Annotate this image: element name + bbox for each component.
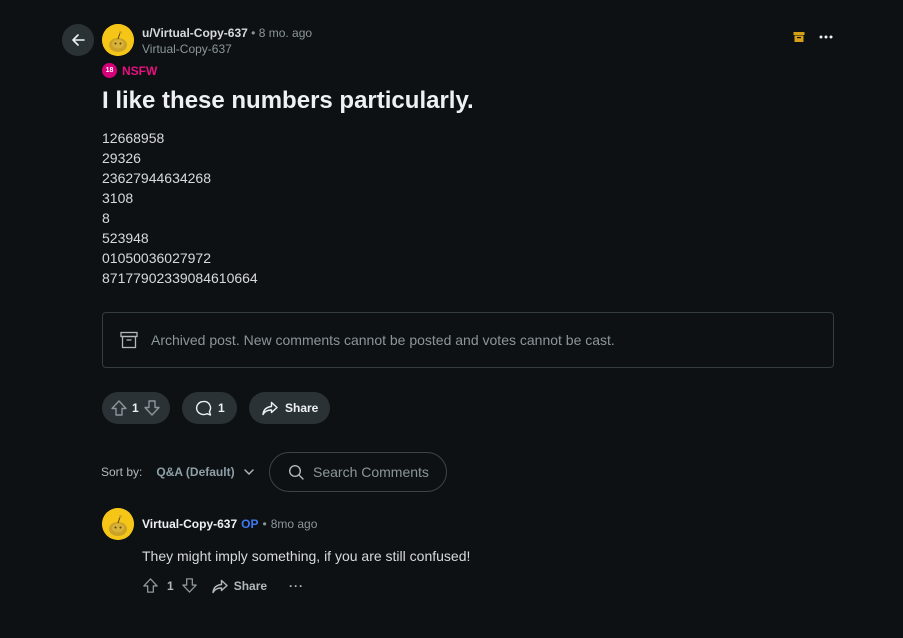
downvote-arrow-icon[interactable] xyxy=(143,399,161,417)
body-line: 3108 xyxy=(102,190,134,206)
archive-box-icon[interactable] xyxy=(793,31,805,43)
overflow-menu-icon[interactable] xyxy=(819,35,833,39)
share-label: Share xyxy=(233,578,268,593)
arrow-left-icon xyxy=(70,32,86,48)
post-body: 12668958 29326 23627944634268 3108 8 523… xyxy=(102,128,258,288)
nsfw-label: NSFW xyxy=(122,63,158,78)
post-author[interactable]: u/Virtual-Copy-637 xyxy=(142,26,248,40)
post-time: 8 mo. ago xyxy=(258,26,313,40)
comment-more-button[interactable]: ··· xyxy=(289,579,304,593)
op-badge: OP xyxy=(241,517,259,531)
comment-time: 8mo ago xyxy=(270,517,318,531)
body-line: 12668958 xyxy=(102,130,165,146)
downvote-arrow-icon[interactable] xyxy=(181,577,198,594)
meta-separator: • xyxy=(251,26,256,40)
body-line: 29326 xyxy=(102,150,141,166)
comment-count: 1 xyxy=(218,401,225,415)
comment-avatar[interactable] xyxy=(102,508,134,540)
comment-share-button[interactable]: Share xyxy=(211,578,268,594)
comment-sort: Sort by: Q&A (Default) xyxy=(101,465,254,479)
nsfw-18-icon: 18 xyxy=(102,63,117,78)
sort-value: Q&A (Default) xyxy=(156,465,235,479)
archive-box-icon xyxy=(120,331,138,349)
comments-button[interactable]: 1 xyxy=(182,392,237,424)
speech-bubble-icon xyxy=(195,400,212,417)
body-line: 523948 xyxy=(102,230,149,246)
comment-actions: 1 Share ··· xyxy=(142,577,304,594)
share-button[interactable]: Share xyxy=(249,392,330,424)
upvote-arrow-icon[interactable] xyxy=(110,399,128,417)
chevron-down-icon xyxy=(243,469,254,475)
comment-vote-count: 1 xyxy=(167,578,174,593)
post-top-actions xyxy=(793,31,833,43)
back-button[interactable] xyxy=(62,24,94,56)
nsfw-tag: 18 NSFW xyxy=(102,63,157,78)
archived-notice: Archived post. New comments cannot be po… xyxy=(102,312,834,368)
share-label: Share xyxy=(285,401,319,415)
sort-label: Sort by: xyxy=(101,465,143,479)
body-line: 87177902339084610664 xyxy=(102,270,258,286)
share-arrow-icon xyxy=(211,578,228,594)
comment-meta: Virtual-Copy-637 OP • 8mo ago xyxy=(142,517,317,531)
post-meta: u/Virtual-Copy-637 • 8 mo. ago Virtual-C… xyxy=(142,25,312,57)
search-icon xyxy=(288,464,304,480)
search-input[interactable] xyxy=(313,464,443,480)
vote-count: 1 xyxy=(132,401,139,415)
vote-controls: 1 xyxy=(102,392,170,424)
archived-notice-text: Archived post. New comments cannot be po… xyxy=(151,332,615,348)
share-arrow-icon xyxy=(262,400,278,416)
avatar[interactable] xyxy=(102,24,134,56)
body-line: 8 xyxy=(102,210,110,226)
search-comments[interactable] xyxy=(269,452,447,492)
comment-author[interactable]: Virtual-Copy-637 xyxy=(142,517,237,531)
body-line: 23627944634268 xyxy=(102,170,212,186)
body-line: 01050036027972 xyxy=(102,250,212,266)
upvote-arrow-icon[interactable] xyxy=(142,577,159,594)
meta-separator: • xyxy=(262,517,267,531)
sort-dropdown[interactable]: Q&A (Default) xyxy=(156,465,254,479)
snoo-avatar-icon xyxy=(102,508,134,540)
post-handle[interactable]: Virtual-Copy-637 xyxy=(142,41,312,57)
comment-body: They might imply something, if you are s… xyxy=(142,548,471,564)
post-title: I like these numbers particularly. xyxy=(102,87,474,114)
snoo-avatar-icon xyxy=(102,24,134,56)
